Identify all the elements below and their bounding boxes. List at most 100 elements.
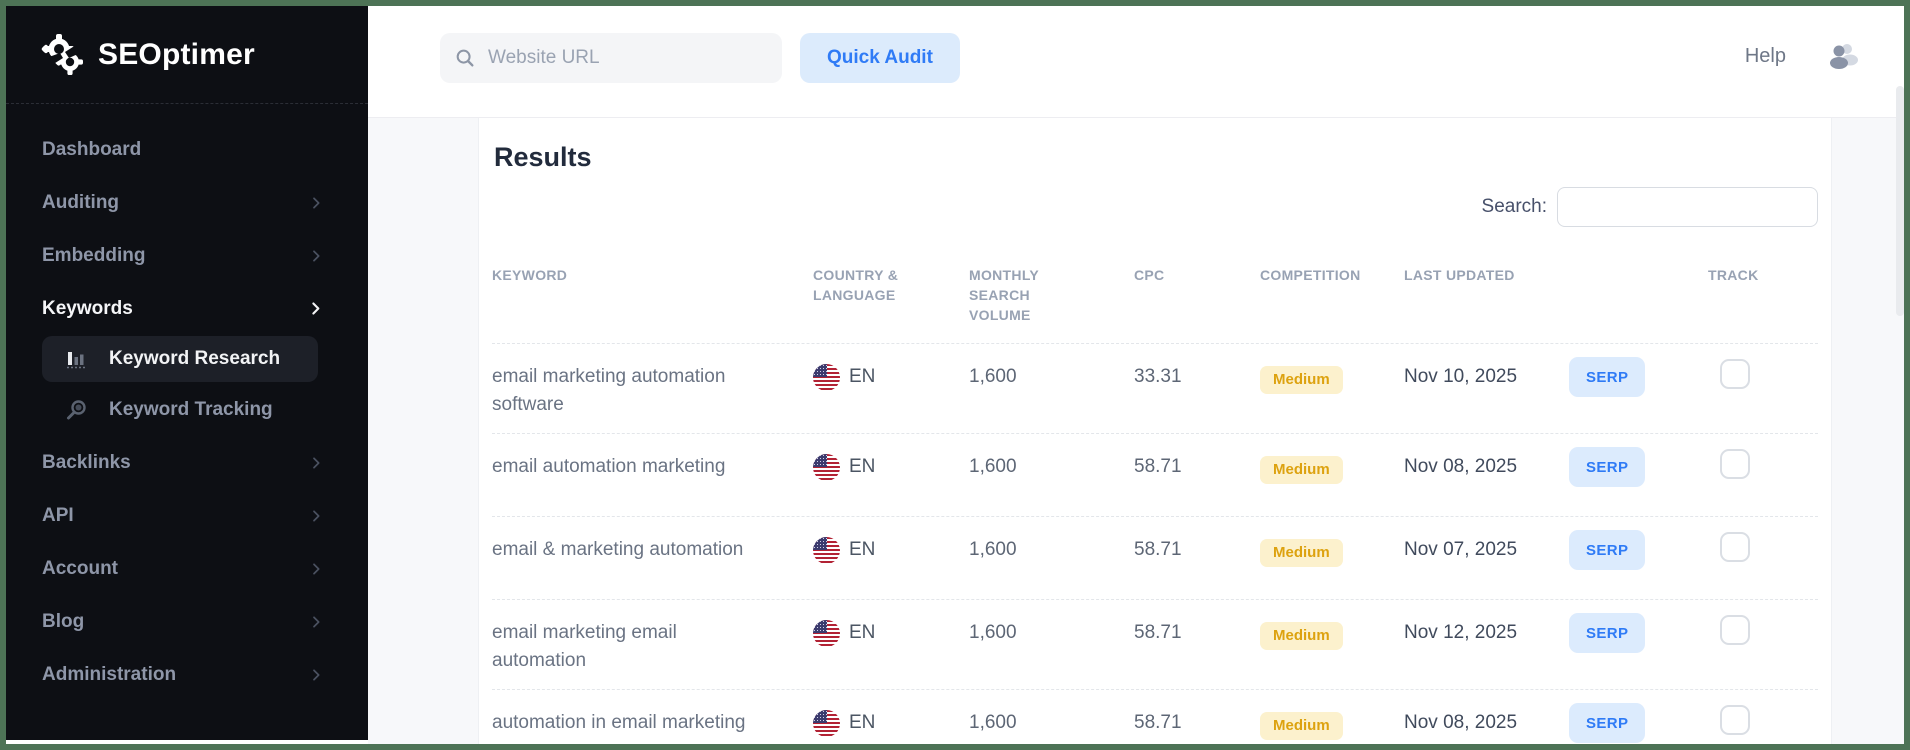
sidebar-item-auditing[interactable]: Auditing (6, 176, 368, 229)
us-flag-icon (813, 709, 840, 737)
column-header-cpc: CPC (1134, 267, 1165, 283)
help-link[interactable]: Help (1745, 45, 1786, 68)
serp-button[interactable]: SERP (1569, 447, 1646, 487)
volume-cell: 1,600 (969, 539, 1017, 560)
keyword-cell: email & marketing automation (492, 539, 744, 560)
serp-cell: SERP (1569, 530, 1708, 570)
bar-chart-icon (67, 352, 85, 369)
last-updated-cell: Nov 07, 2025 (1404, 539, 1518, 560)
topbar: Quick Audit Help (368, 6, 1904, 118)
seoptimer-gears-logo-icon (41, 33, 83, 75)
us-flag-icon (813, 453, 840, 481)
keyword-cell: email marketing email automation (492, 622, 677, 671)
column-header-keyword: KEYWORD (492, 267, 568, 283)
search-icon (456, 49, 474, 67)
page-title: Results (494, 142, 592, 172)
table-search-row: Search: (492, 187, 1818, 227)
users-icon[interactable] (1826, 41, 1860, 71)
search-label: Search: (1481, 196, 1547, 217)
sidebar-item-dashboard[interactable]: Dashboard (6, 123, 368, 176)
competition-badge: Medium (1260, 539, 1343, 567)
track-cell (1708, 359, 1818, 389)
chevron-right-icon (308, 561, 324, 577)
table-search-input[interactable] (1557, 187, 1818, 227)
competition-badge: Medium (1260, 366, 1343, 394)
scrollbar[interactable] (1896, 86, 1904, 316)
country-cell: EN (813, 453, 969, 481)
serp-button[interactable]: SERP (1569, 357, 1646, 397)
country-cell: EN (813, 363, 969, 391)
sidebar-item-administration[interactable]: Administration (6, 648, 368, 701)
competition-cell: Medium (1260, 536, 1404, 567)
column-header-monthly-search-volume: MONTHLY SEARCH VOLUME (969, 267, 1039, 323)
sidebar-item-keyword-tracking[interactable]: Keyword Tracking (6, 384, 368, 436)
serp-cell: SERP (1569, 613, 1708, 653)
column-header-last-updated: LAST UPDATED (1404, 267, 1515, 283)
volume-cell: 1,600 (969, 456, 1017, 477)
keyword-cell: automation in email marketing (492, 712, 746, 733)
brand-name: SEOptimer (98, 37, 255, 71)
sidebar-item-label: Backlinks (42, 451, 131, 473)
competition-badge: Medium (1260, 456, 1343, 484)
quick-audit-button[interactable]: Quick Audit (800, 33, 960, 83)
sidebar-item-keywords[interactable]: Keywords (6, 282, 368, 335)
us-flag-icon (813, 619, 840, 647)
website-url-searchbox (440, 33, 782, 83)
serp-button[interactable]: SERP (1569, 530, 1646, 570)
last-updated-cell: Nov 12, 2025 (1404, 622, 1518, 643)
volume-cell: 1,600 (969, 366, 1017, 387)
sidebar-item-blog[interactable]: Blog (6, 595, 368, 648)
track-cell (1708, 705, 1818, 735)
track-checkbox[interactable] (1720, 359, 1750, 389)
cpc-cell: 58.71 (1134, 456, 1182, 477)
volume-cell: 1,600 (969, 712, 1017, 733)
sidebar: SEOptimer Dashboard Auditing Embedding K… (6, 6, 368, 740)
sidebar-nav: Dashboard Auditing Embedding Keywords Ke… (6, 104, 368, 701)
chevron-right-icon (308, 667, 324, 683)
track-checkbox[interactable] (1720, 705, 1750, 735)
keyword-cell: email automation marketing (492, 456, 726, 477)
competition-badge: Medium (1260, 622, 1343, 650)
chevron-right-icon (308, 248, 324, 264)
sidebar-item-backlinks[interactable]: Backlinks (6, 436, 368, 489)
sidebar-item-embedding[interactable]: Embedding (6, 229, 368, 282)
sidebar-item-api[interactable]: API (6, 489, 368, 542)
logo[interactable]: SEOptimer (6, 6, 368, 104)
competition-cell: Medium (1260, 619, 1404, 650)
country-cell: EN (813, 536, 969, 564)
serp-cell: SERP (1569, 447, 1708, 487)
country-cell: EN (813, 619, 969, 647)
app-window: SEOptimer Dashboard Auditing Embedding K… (0, 0, 1910, 750)
serp-button[interactable]: SERP (1569, 613, 1646, 653)
sidebar-item-label: Dashboard (42, 138, 142, 160)
sidebar-item-label: Auditing (42, 191, 120, 213)
table-row: email marketing automation software EN 1… (492, 343, 1818, 433)
volume-cell: 1,600 (969, 622, 1017, 643)
chevron-right-icon (308, 508, 324, 524)
results-card: Results Search: KEYWORD COUNTRY & LANGUA… (478, 118, 1832, 744)
sidebar-item-account[interactable]: Account (6, 542, 368, 595)
magnifier-icon (67, 400, 86, 420)
table-header-row: KEYWORD COUNTRY & LANGUAGE MONTHLY SEARC… (492, 251, 1818, 343)
table-row: email & marketing automation EN 1,600 58… (492, 516, 1818, 599)
track-checkbox[interactable] (1720, 615, 1750, 645)
column-header-country-language: COUNTRY & LANGUAGE (813, 267, 899, 303)
track-cell (1708, 532, 1818, 562)
table-row: automation in email marketing EN 1,600 5… (492, 689, 1818, 744)
serp-cell: SERP (1569, 357, 1708, 397)
website-url-input[interactable] (488, 47, 768, 69)
competition-cell: Medium (1260, 363, 1404, 394)
chevron-right-icon (308, 455, 324, 471)
sidebar-item-keyword-research[interactable]: Keyword Research (42, 336, 318, 382)
chevron-right-icon (308, 614, 324, 630)
competition-badge: Medium (1260, 712, 1343, 740)
track-checkbox[interactable] (1720, 532, 1750, 562)
cpc-cell: 33.31 (1134, 366, 1182, 387)
serp-button[interactable]: SERP (1569, 703, 1646, 743)
chevron-right-icon (307, 300, 324, 317)
competition-cell: Medium (1260, 709, 1404, 740)
track-cell (1708, 449, 1818, 479)
sidebar-item-label: Account (42, 557, 118, 579)
sidebar-subitem-label: Keyword Tracking (109, 399, 273, 420)
track-checkbox[interactable] (1720, 449, 1750, 479)
